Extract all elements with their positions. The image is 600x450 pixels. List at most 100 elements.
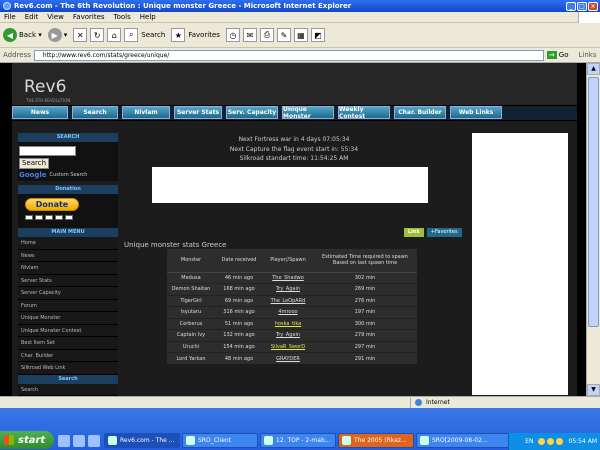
menu-server-capacity[interactable]: Server Capacity bbox=[18, 287, 118, 300]
menu-best-item-set[interactable]: Best Item Set bbox=[18, 337, 118, 350]
task-sro[interactable]: SRO[2009-08-02... bbox=[416, 433, 510, 448]
research-icon[interactable]: ◩ bbox=[310, 28, 325, 42]
minimize-button[interactable]: _ bbox=[566, 1, 576, 11]
player-link[interactable]: The_LeOpARd bbox=[263, 294, 313, 307]
links-button[interactable]: Links bbox=[578, 51, 596, 59]
col-monster: Monster bbox=[167, 249, 215, 273]
search-submit-button[interactable]: Search bbox=[19, 158, 49, 169]
table-row: Medusa 46 min ago The_Shadwo 302 min bbox=[167, 271, 417, 284]
player-link[interactable]: Try_Again bbox=[263, 329, 313, 341]
table-row: Cerberus 51 min ago hoska_tika 300 min bbox=[167, 317, 417, 330]
spawn-cell: 279 min bbox=[313, 329, 417, 341]
home-icon[interactable]: ⌂ bbox=[107, 28, 122, 42]
tray-icon[interactable] bbox=[555, 438, 563, 445]
player-link[interactable]: Try_Again bbox=[263, 283, 313, 295]
link-button[interactable]: Link bbox=[404, 228, 424, 237]
print-icon[interactable]: ⎙ bbox=[259, 28, 274, 42]
forward-button[interactable]: ▶ ▾ bbox=[47, 28, 67, 42]
desktop-icon[interactable] bbox=[58, 435, 70, 447]
menu-char-builder[interactable]: Char. Builder bbox=[18, 349, 118, 362]
menu-unique-monster[interactable]: Unique Monster bbox=[18, 312, 118, 325]
nav-news[interactable]: News bbox=[12, 106, 68, 119]
scroll-down-icon[interactable]: ▼ bbox=[587, 384, 600, 396]
task-ie[interactable]: Rev6.com - The ... bbox=[104, 433, 180, 448]
mail-icon[interactable]: ✉ bbox=[242, 28, 257, 42]
nav-serv-capacity[interactable]: Serv. Capacity bbox=[226, 106, 278, 119]
received-cell: 46 min ago bbox=[215, 271, 263, 284]
quick-launch bbox=[58, 435, 100, 447]
add-favorites-button[interactable]: +Favorites bbox=[426, 228, 462, 237]
menu-forum[interactable]: Forum bbox=[18, 299, 118, 312]
spawn-cell: 291 min bbox=[313, 352, 417, 364]
task-label: SRO[2009-08-02... bbox=[432, 437, 488, 444]
menu-tools[interactable]: Tools bbox=[114, 13, 131, 21]
player-link[interactable]: hoska_tika bbox=[263, 317, 313, 330]
tray-icon[interactable] bbox=[546, 438, 554, 445]
refresh-icon[interactable]: ↻ bbox=[90, 28, 105, 42]
start-button[interactable]: start bbox=[0, 431, 54, 449]
player-link[interactable]: The_Shadwo bbox=[263, 271, 313, 284]
task-top[interactable]: 12. TOP - 2-mab... bbox=[260, 433, 336, 448]
donate-button[interactable]: Donate bbox=[25, 198, 79, 211]
menu-file[interactable]: File bbox=[4, 13, 16, 21]
menu-server-stats[interactable]: Server Stats bbox=[18, 274, 118, 287]
go-button[interactable]: → Go bbox=[546, 51, 568, 59]
menu-view[interactable]: View bbox=[47, 13, 64, 21]
nav-web-links[interactable]: Web Links bbox=[450, 106, 502, 119]
maximize-button[interactable]: □ bbox=[577, 1, 587, 11]
site-header: Rev6 THE 6TH REVOLUTION bbox=[12, 63, 577, 105]
media-player-icon[interactable] bbox=[88, 435, 100, 447]
menu-home[interactable]: Home bbox=[18, 237, 118, 250]
address-input[interactable]: http://www.rev6.com/stats/greece/unique/ bbox=[33, 49, 544, 61]
folder-icon bbox=[420, 436, 429, 445]
search-input[interactable] bbox=[19, 146, 76, 156]
player-link[interactable]: 4mrooo bbox=[263, 306, 313, 318]
table-row: Uruchi 154 min ago SilvaR_SworD 297 min bbox=[167, 340, 417, 353]
nav-char-builder[interactable]: Char. Builder bbox=[394, 106, 446, 119]
back-button[interactable]: ◀ Back ▾ bbox=[3, 28, 42, 42]
nav-unique-monster[interactable]: Unique Monster bbox=[282, 106, 334, 120]
nav-weekly-contest[interactable]: Weekly Contest bbox=[338, 106, 390, 120]
site-logo[interactable]: Rev6 bbox=[24, 77, 66, 97]
ie-quicklaunch-icon[interactable] bbox=[73, 435, 85, 447]
table-header-row: Monster Date received Player//Spawn Esti… bbox=[167, 249, 417, 273]
content-area: SEARCH Search Google Custom Search Donat… bbox=[12, 121, 577, 396]
menu-edit[interactable]: Edit bbox=[25, 13, 39, 21]
clock: 05:54 AM bbox=[568, 438, 597, 445]
edit-icon[interactable]: ✎ bbox=[276, 28, 291, 42]
task-rkaz[interactable]: The 2005 (Rkaz... bbox=[338, 433, 414, 448]
menu-search[interactable]: Search bbox=[18, 383, 118, 396]
search-label: Search bbox=[141, 31, 166, 39]
menu-nivlam[interactable]: Nivlam bbox=[18, 262, 118, 275]
player-link[interactable]: SilvaR_SworD bbox=[263, 340, 313, 353]
search-button[interactable]: ⌕ Search bbox=[124, 28, 165, 42]
history-icon[interactable]: ◷ bbox=[225, 28, 240, 42]
stop-icon[interactable]: ✕ bbox=[73, 28, 88, 42]
silkroad-time: Silkroad standart time: 11:54:25 AM bbox=[239, 155, 349, 162]
nav-server-stats[interactable]: Server Stats bbox=[174, 106, 222, 119]
player-link[interactable]: GRAYDER bbox=[263, 352, 313, 364]
monster-cell: Uruchi bbox=[167, 340, 215, 353]
close-button[interactable]: × bbox=[588, 1, 598, 11]
scroll-up-icon[interactable]: ▲ bbox=[587, 63, 600, 75]
scroll-thumb[interactable] bbox=[588, 77, 599, 327]
menu-favorites[interactable]: Favorites bbox=[73, 13, 105, 21]
menu-silkroad-web-link[interactable]: Silkroad Web Link bbox=[18, 362, 118, 375]
ad-banner[interactable] bbox=[152, 166, 428, 203]
favorites-button[interactable]: ★ Favorites bbox=[171, 28, 220, 42]
web-page: Rev6 THE 6TH REVOLUTION News Search Nivl… bbox=[0, 63, 586, 396]
language-indicator[interactable]: EN bbox=[525, 438, 533, 445]
menu-help[interactable]: Help bbox=[140, 13, 156, 21]
forward-arrow-icon: ▶ bbox=[47, 28, 62, 42]
nav-nivlam[interactable]: Nivlam bbox=[122, 106, 170, 119]
system-tray: EN 05:54 AM bbox=[508, 433, 600, 450]
menu-news[interactable]: News bbox=[18, 249, 118, 262]
nav-search[interactable]: Search bbox=[72, 106, 118, 119]
task-sro-client[interactable]: SRO_Client bbox=[182, 433, 258, 448]
tray-icon[interactable] bbox=[537, 438, 545, 445]
vertical-scrollbar[interactable]: ▲ ▼ bbox=[586, 63, 600, 396]
received-cell: 69 min ago bbox=[215, 294, 263, 307]
discuss-icon[interactable]: ▦ bbox=[293, 28, 308, 42]
menu-unique-monster-contest[interactable]: Unique Monster Contest bbox=[18, 324, 118, 337]
search-heading: SEARCH bbox=[18, 133, 118, 142]
